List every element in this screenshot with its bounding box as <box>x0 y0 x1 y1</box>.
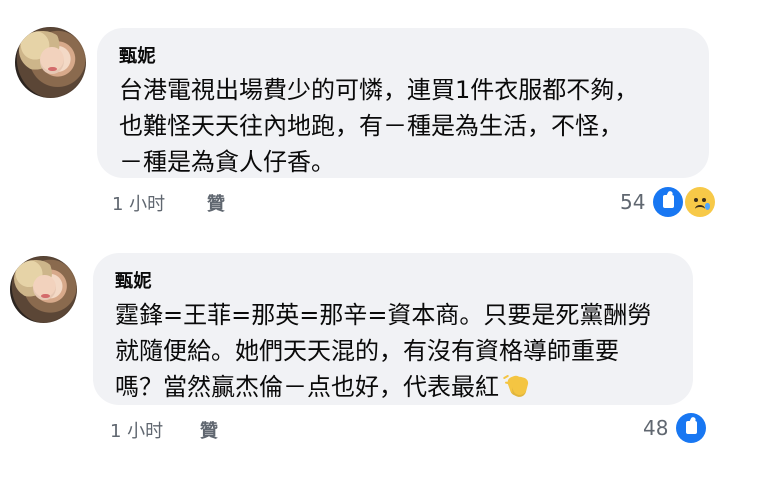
comment-2: 甄妮 霆鋒=王菲=那英=那辛=資本商。只要是死黨酬勞 就隨便給。她們天天混的，有… <box>0 240 766 496</box>
reaction-count: 48 <box>643 416 669 440</box>
reaction-summary[interactable]: 48 <box>643 413 707 443</box>
comment-author[interactable]: 甄妮 <box>119 42 156 68</box>
sad-eye-left <box>694 198 699 202</box>
like-button[interactable]: 贊 <box>207 190 225 216</box>
comment-text-body: 霆鋒=王菲=那英=那辛=資本商。只要是死黨酬勞 就隨便給。她們天天混的，有沒有資… <box>115 301 652 401</box>
avatar[interactable] <box>10 256 77 323</box>
sad-icon <box>685 187 716 217</box>
reaction-summary[interactable]: 54 <box>620 187 716 217</box>
sad-eye-right <box>702 198 707 202</box>
like-icon <box>653 187 684 217</box>
comment-bubble: 甄妮 台港電視出場費少的可憐，連買1件衣服都不夠， 也難怪天天往內地跑，有－種是… <box>97 28 709 178</box>
avatar-mouth <box>41 293 50 298</box>
avatar-mouth <box>48 66 57 71</box>
comment-text: 台港電視出場費少的可憐，連買1件衣服都不夠， 也難怪天天往內地跑，有－種是為生活… <box>119 76 639 176</box>
sad-mouth <box>695 205 706 213</box>
like-icon <box>676 413 707 443</box>
avatar[interactable] <box>15 27 86 98</box>
comment-bubble: 甄妮 霆鋒=王菲=那英=那辛=資本商。只要是死黨酬勞 就隨便給。她們天天混的，有… <box>93 253 693 405</box>
sad-tear <box>705 203 711 210</box>
comment-1: 甄妮 台港電視出場費少的可憐，連買1件衣服都不夠， 也難怪天天往內地跑，有－種是… <box>0 0 766 240</box>
comment-time[interactable]: 1 小时 <box>110 417 163 443</box>
comment-author[interactable]: 甄妮 <box>115 267 152 293</box>
comment-time[interactable]: 1 小时 <box>112 190 165 216</box>
comment-text: 霆鋒=王菲=那英=那辛=資本商。只要是死黨酬勞 就隨便給。她們天天混的，有沒有資… <box>115 297 675 405</box>
like-button[interactable]: 贊 <box>200 417 218 443</box>
clap-icon <box>502 372 530 399</box>
reaction-count: 54 <box>620 190 646 214</box>
